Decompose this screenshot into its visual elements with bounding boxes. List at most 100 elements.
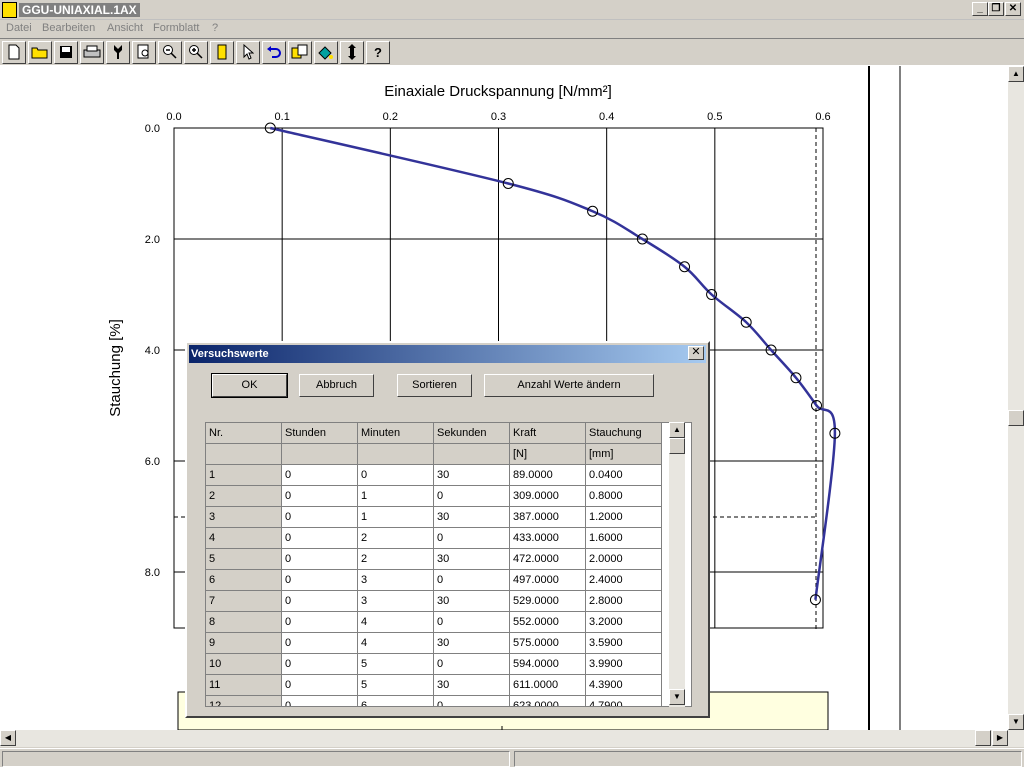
menu-ansicht[interactable]: Ansicht	[107, 22, 143, 34]
table-row-cell[interactable]: 387.0000	[510, 507, 586, 528]
table-row-cell[interactable]: 6	[358, 696, 434, 706]
table-row-cell[interactable]: 3.5900	[586, 633, 662, 654]
zoom-in-icon[interactable]	[184, 41, 208, 64]
table-scrollbar[interactable]: ▲ ▼	[669, 422, 685, 707]
vertical-scrollbar[interactable]: ▲ ▼	[1008, 66, 1024, 730]
table-row-cell[interactable]: 2.8000	[586, 591, 662, 612]
table-row-cell[interactable]: 2	[206, 486, 282, 507]
horizontal-scrollbar[interactable]: ◀ ▶	[0, 730, 1024, 747]
table-row-cell[interactable]: 0	[282, 549, 358, 570]
tools-icon[interactable]	[106, 41, 130, 64]
save-icon[interactable]	[54, 41, 78, 64]
marker-icon[interactable]	[210, 41, 234, 64]
table-row-cell[interactable]: 30	[434, 591, 510, 612]
table-row-cell[interactable]: 4	[358, 633, 434, 654]
table-row-cell[interactable]: 1	[358, 486, 434, 507]
table-row-cell[interactable]: 0.0400	[586, 465, 662, 486]
sort-button[interactable]: Sortieren	[397, 374, 472, 397]
restore-button[interactable]: ❐	[988, 2, 1004, 16]
table-row-cell[interactable]: 0	[282, 612, 358, 633]
table-row-cell[interactable]: 0	[282, 507, 358, 528]
copy-icon[interactable]	[288, 41, 312, 64]
table-row-cell[interactable]: 8	[206, 612, 282, 633]
table-row-cell[interactable]: 5	[358, 654, 434, 675]
scroll-thumb[interactable]	[1008, 410, 1024, 426]
table-row-cell[interactable]: 575.0000	[510, 633, 586, 654]
table-row-cell[interactable]: 433.0000	[510, 528, 586, 549]
table-row-cell[interactable]: 1.2000	[586, 507, 662, 528]
scroll-right-icon[interactable]: ▶	[992, 730, 1008, 746]
table-row-cell[interactable]: 2	[358, 528, 434, 549]
table-row-cell[interactable]: 4	[358, 612, 434, 633]
cancel-button[interactable]: Abbruch	[299, 374, 374, 397]
open-folder-icon[interactable]	[28, 41, 52, 64]
table-row-cell[interactable]: 3	[358, 570, 434, 591]
table-row-cell[interactable]: 5	[206, 549, 282, 570]
menu-formblatt[interactable]: Formblatt	[153, 22, 199, 34]
table-row-cell[interactable]: 4	[206, 528, 282, 549]
table-row-cell[interactable]: 552.0000	[510, 612, 586, 633]
table-row-cell[interactable]: 0	[282, 654, 358, 675]
table-row-cell[interactable]: 30	[434, 465, 510, 486]
table-row-cell[interactable]: 0	[282, 696, 358, 706]
table-row-cell[interactable]: 0	[434, 612, 510, 633]
table-row-cell[interactable]: 3	[358, 591, 434, 612]
table-row-cell[interactable]: 0	[434, 528, 510, 549]
paint-icon[interactable]	[314, 41, 338, 64]
table-row-cell[interactable]: 529.0000	[510, 591, 586, 612]
dialog-close-button[interactable]: ✕	[688, 346, 704, 360]
table-row-cell[interactable]: 611.0000	[510, 675, 586, 696]
table-row-cell[interactable]: 0	[282, 486, 358, 507]
table-row-cell[interactable]: 89.0000	[510, 465, 586, 486]
pointer-icon[interactable]	[236, 41, 260, 64]
values-table[interactable]: Nr. Stunden Minuten Sekunden Kraft Stauchung[…	[205, 422, 692, 707]
table-row-cell[interactable]: 30	[434, 675, 510, 696]
table-row-cell[interactable]: 30	[434, 507, 510, 528]
table-scroll-up-icon[interactable]: ▲	[669, 422, 685, 438]
table-row-cell[interactable]: 0	[358, 465, 434, 486]
table-row-cell[interactable]: 594.0000	[510, 654, 586, 675]
table-scroll-down-icon[interactable]: ▼	[669, 689, 685, 705]
undo-icon[interactable]	[262, 41, 286, 64]
print-icon[interactable]	[80, 41, 104, 64]
table-row-cell[interactable]: 0	[282, 570, 358, 591]
table-row-cell[interactable]: 6	[206, 570, 282, 591]
table-row-cell[interactable]: 1.6000	[586, 528, 662, 549]
menu-help[interactable]: ?	[212, 22, 218, 34]
table-row-cell[interactable]: 0	[282, 591, 358, 612]
table-row-cell[interactable]: 0	[434, 570, 510, 591]
table-row-cell[interactable]: 497.0000	[510, 570, 586, 591]
scroll-left-icon[interactable]: ◀	[0, 730, 16, 746]
menu-bearbeiten[interactable]: Bearbeiten	[42, 22, 95, 34]
table-row-cell[interactable]: 472.0000	[510, 549, 586, 570]
app-icon[interactable]	[2, 2, 17, 18]
menu-datei[interactable]: Datei	[6, 22, 32, 34]
table-row-cell[interactable]: 0	[434, 696, 510, 706]
table-row-cell[interactable]: 10	[206, 654, 282, 675]
table-row-cell[interactable]: 1	[358, 507, 434, 528]
scroll-up-icon[interactable]: ▲	[1008, 66, 1024, 82]
scroll-down-icon[interactable]: ▼	[1008, 714, 1024, 730]
table-row-cell[interactable]: 0.8000	[586, 486, 662, 507]
table-scroll-thumb[interactable]	[669, 438, 685, 454]
change-count-button[interactable]: Anzahl Werte ändern	[484, 374, 654, 397]
table-row-cell[interactable]: 0	[282, 675, 358, 696]
table-row-cell[interactable]: 3.2000	[586, 612, 662, 633]
table-row-cell[interactable]: 5	[358, 675, 434, 696]
help-icon[interactable]: ?	[366, 41, 390, 64]
table-row-cell[interactable]: 309.0000	[510, 486, 586, 507]
close-window-button[interactable]: ✕	[1005, 2, 1021, 16]
table-row-cell[interactable]: 0	[434, 654, 510, 675]
table-row-cell[interactable]: 30	[434, 549, 510, 570]
ok-button[interactable]: OK	[211, 373, 288, 398]
zoom-page-icon[interactable]	[132, 41, 156, 64]
table-row-cell[interactable]: 0	[282, 528, 358, 549]
table-row-cell[interactable]: 4.7900	[586, 696, 662, 706]
minimize-button[interactable]: _	[972, 2, 988, 16]
table-row-cell[interactable]: 11	[206, 675, 282, 696]
table-row-cell[interactable]: 2.4000	[586, 570, 662, 591]
table-row-cell[interactable]: 4.3900	[586, 675, 662, 696]
new-file-icon[interactable]	[2, 41, 26, 64]
table-row-cell[interactable]: 623.0000	[510, 696, 586, 706]
table-row-cell[interactable]: 0	[434, 486, 510, 507]
